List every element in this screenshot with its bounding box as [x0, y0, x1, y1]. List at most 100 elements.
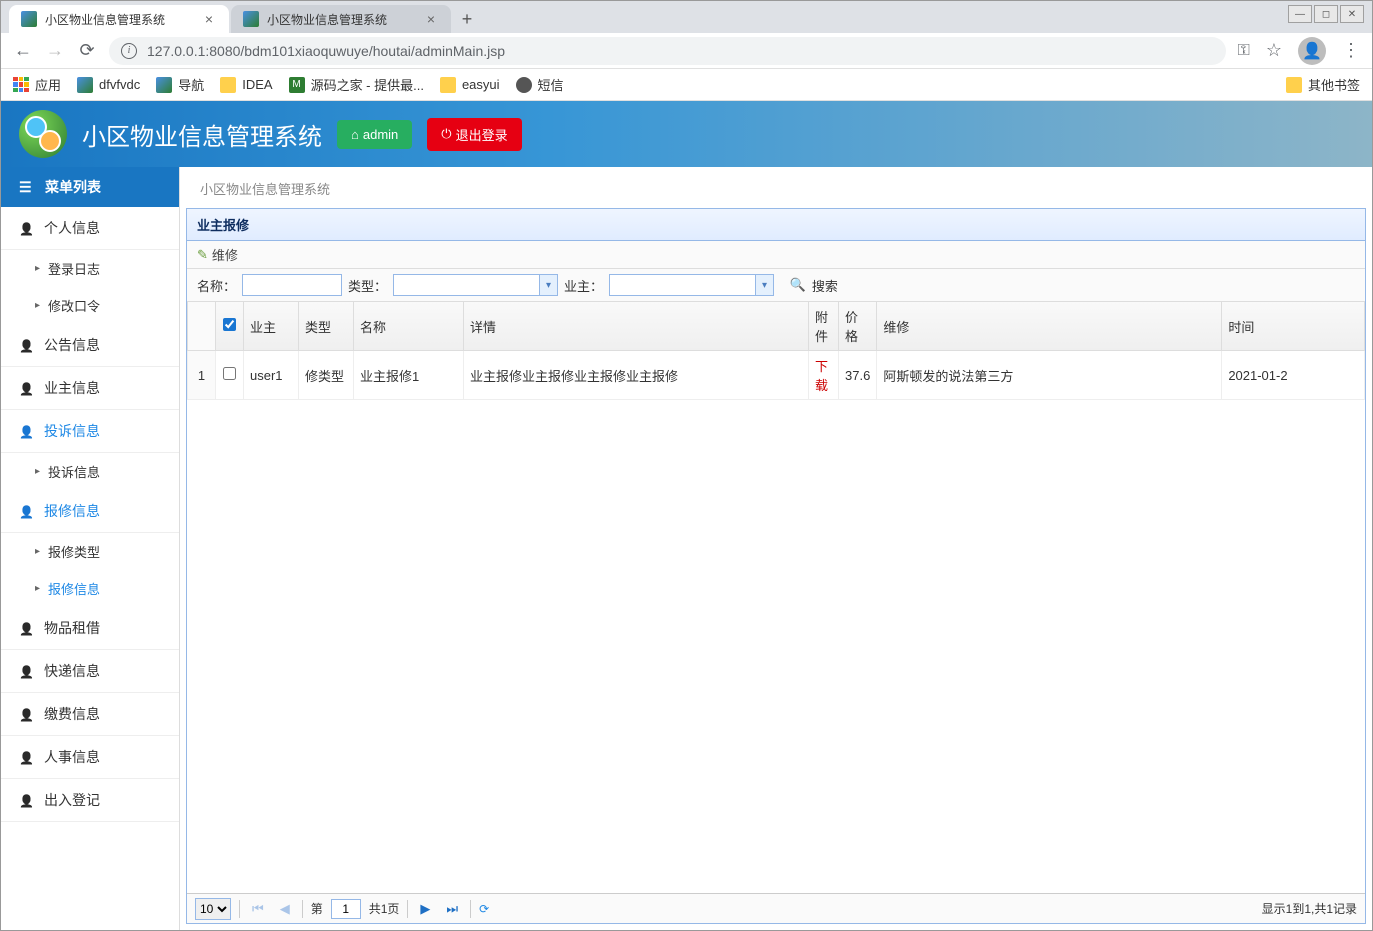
- sidebar-item[interactable]: 人事信息: [1, 736, 179, 779]
- next-page-button[interactable]: ▶: [416, 901, 434, 917]
- sidebar-item[interactable]: 出入登记: [1, 779, 179, 822]
- col-time[interactable]: 时间: [1222, 302, 1365, 351]
- chevron-down-icon[interactable]: ▾: [539, 275, 557, 295]
- address-bar: ← → ⟳ i 127.0.0.1:8080/bdm101xiaoquwuye/…: [1, 33, 1372, 69]
- reload-button[interactable]: ⟳: [77, 40, 97, 61]
- reload-grid-button[interactable]: ⟳: [479, 902, 489, 916]
- sidebar-item[interactable]: 报修信息: [1, 490, 179, 533]
- caret-right-icon: ▸: [35, 466, 40, 477]
- sidebar-item[interactable]: 缴费信息: [1, 693, 179, 736]
- logout-button[interactable]: ⏻退出登录: [427, 118, 521, 151]
- page-size-select[interactable]: 10: [195, 898, 231, 920]
- sidebar-subitem[interactable]: ▸报修信息: [1, 570, 179, 607]
- bookmark-item[interactable]: M源码之家 - 提供最...: [289, 75, 424, 94]
- sidebar-item[interactable]: 投诉信息: [1, 410, 179, 453]
- bookmark-favicon-icon: M: [289, 77, 305, 93]
- download-link[interactable]: 下载: [815, 359, 828, 393]
- browser-tab-bar: 小区物业信息管理系统 × 小区物业信息管理系统 × +: [1, 1, 1372, 33]
- bookmark-star-icon[interactable]: ☆: [1266, 40, 1282, 61]
- sidebar-subitem[interactable]: ▸投诉信息: [1, 453, 179, 490]
- url-input[interactable]: i 127.0.0.1:8080/bdm101xiaoquwuye/houtai…: [109, 37, 1226, 65]
- col-owner[interactable]: 业主: [244, 302, 299, 351]
- edit-repair-button[interactable]: ✎ 维修: [197, 245, 238, 264]
- home-icon: ⌂: [351, 127, 359, 142]
- search-type-combo[interactable]: ▾: [393, 274, 558, 296]
- col-name[interactable]: 名称: [354, 302, 464, 351]
- new-tab-button[interactable]: +: [453, 5, 481, 33]
- admin-button[interactable]: ⌂admin: [337, 120, 412, 149]
- table-header-row: 业主 类型 名称 详情 附件 价格 维修 时间: [188, 302, 1365, 351]
- select-all-checkbox[interactable]: [223, 318, 236, 331]
- tab-close-icon[interactable]: ×: [423, 11, 439, 27]
- col-detail[interactable]: 详情: [464, 302, 809, 351]
- user-icon: [19, 792, 34, 808]
- search-owner-combo[interactable]: ▾: [609, 274, 774, 296]
- sidebar-item[interactable]: 个人信息: [1, 207, 179, 250]
- search-button-label[interactable]: 搜索: [812, 276, 838, 295]
- forward-button[interactable]: →: [45, 40, 65, 61]
- sidebar-item-label: 出入登记: [44, 790, 100, 810]
- bookmark-item[interactable]: 短信: [516, 75, 564, 94]
- sidebar-subitem[interactable]: ▸报修类型: [1, 533, 179, 570]
- user-icon: [19, 503, 34, 519]
- sidebar-subitem[interactable]: ▸修改口令: [1, 287, 179, 324]
- row-checkbox[interactable]: [223, 367, 236, 380]
- window-minimize-button[interactable]: —: [1288, 5, 1312, 23]
- first-page-button[interactable]: ⏮: [248, 901, 268, 917]
- search-owner-label: 业主：: [564, 276, 603, 295]
- bookmark-item[interactable]: easyui: [440, 77, 500, 93]
- profile-avatar-icon[interactable]: 👤: [1298, 37, 1326, 65]
- col-price[interactable]: 价格: [839, 302, 877, 351]
- prev-page-button[interactable]: ◀: [276, 901, 294, 917]
- col-type[interactable]: 类型: [299, 302, 354, 351]
- sidebar-subitem[interactable]: ▸ 登录日志: [1, 250, 179, 287]
- browser-tab-active[interactable]: 小区物业信息管理系统 ×: [9, 5, 229, 33]
- sidebar-item[interactable]: 物品租借: [1, 607, 179, 650]
- pager-separator: [470, 900, 471, 918]
- table-row[interactable]: 1user1修类型业主报修1业主报修业主报修业主报修业主报修下载37.6阿斯顿发…: [188, 351, 1365, 400]
- chevron-down-icon[interactable]: ▾: [755, 275, 773, 295]
- sidebar-subitem-label: 登录日志: [48, 259, 100, 278]
- sidebar-item-label: 投诉信息: [44, 421, 100, 441]
- sidebar-item[interactable]: 快递信息: [1, 650, 179, 693]
- pager-separator: [239, 900, 240, 918]
- site-info-icon[interactable]: i: [121, 43, 137, 59]
- sidebar-subitem-label: 报修类型: [48, 542, 100, 561]
- window-close-button[interactable]: ✕: [1340, 5, 1364, 23]
- sidebar-item-label: 缴费信息: [44, 704, 100, 724]
- search-icon[interactable]: 🔍: [790, 277, 806, 293]
- menu-dots-icon[interactable]: ⋮: [1342, 40, 1360, 61]
- folder-icon: [440, 77, 456, 93]
- bookmark-other[interactable]: 其他书签: [1286, 75, 1360, 94]
- bookmark-item[interactable]: dfvfvdc: [77, 77, 140, 93]
- panel-title: 业主报修: [187, 209, 1365, 241]
- user-icon: [19, 220, 34, 236]
- last-page-button[interactable]: ⏭: [442, 901, 462, 917]
- user-icon: [19, 706, 34, 722]
- sidebar-item[interactable]: 业主信息: [1, 367, 179, 410]
- sidebar-subitem-label: 报修信息: [48, 579, 100, 598]
- bookmark-apps[interactable]: 应用: [13, 75, 61, 94]
- back-button[interactable]: ←: [13, 40, 33, 61]
- page-number-input[interactable]: [331, 899, 361, 919]
- search-name-input[interactable]: [242, 274, 342, 296]
- bookmark-favicon-icon: [77, 77, 93, 93]
- sidebar-item[interactable]: 公告信息: [1, 324, 179, 367]
- col-attach[interactable]: 附件: [809, 302, 839, 351]
- bookmark-label: 其他书签: [1308, 75, 1360, 94]
- bookmark-item[interactable]: IDEA: [220, 77, 272, 93]
- bookmark-item[interactable]: 导航: [156, 75, 204, 94]
- password-key-icon[interactable]: ⚿: [1238, 42, 1250, 60]
- col-repair[interactable]: 维修: [877, 302, 1222, 351]
- window-maximize-button[interactable]: ◻: [1314, 5, 1338, 23]
- cell-repair: 阿斯顿发的说法第三方: [877, 351, 1222, 400]
- browser-tab-inactive[interactable]: 小区物业信息管理系统 ×: [231, 5, 451, 33]
- toolbar: ✎ 维修: [187, 241, 1365, 269]
- tab-close-icon[interactable]: ×: [201, 11, 217, 27]
- cell-detail: 业主报修业主报修业主报修业主报修: [464, 351, 809, 400]
- cell-type: 修类型: [299, 351, 354, 400]
- tab-favicon-icon: [243, 11, 259, 27]
- data-grid: 业主 类型 名称 详情 附件 价格 维修 时间 1user1修类型业主报修1业主…: [187, 302, 1365, 893]
- caret-right-icon: ▸: [35, 263, 40, 274]
- search-type-label: 类型：: [348, 276, 387, 295]
